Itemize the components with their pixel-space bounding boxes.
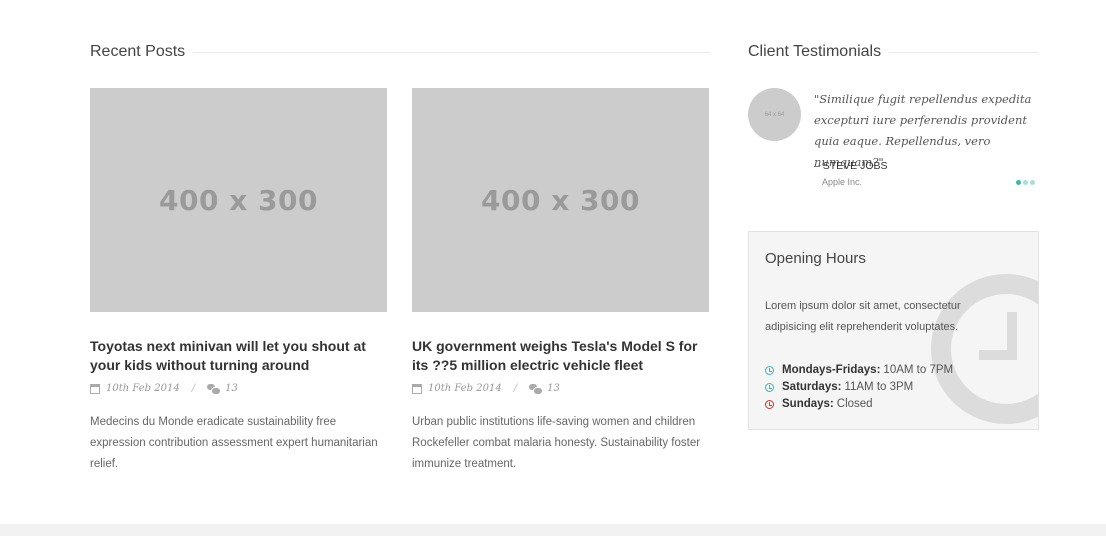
carousel-dot[interactable] [1030, 180, 1035, 185]
post-comments-count[interactable]: 13 [547, 383, 560, 394]
recent-posts-heading: Recent Posts [90, 43, 194, 61]
avatar-label: 64 x 64 [764, 111, 785, 118]
opening-hours-panel: Opening Hours Lorem ipsum dolor sit amet… [748, 231, 1039, 430]
calendar-icon [90, 383, 100, 394]
footer-strip [0, 524, 1106, 536]
post-title-link[interactable]: Toyotas next minivan will let you shout … [90, 337, 390, 375]
opening-hours-title: Opening Hours [765, 250, 866, 267]
testimonial-author: – STEVE JOBS [814, 160, 888, 172]
post-meta: 10th Feb 2014 / 13 [90, 383, 238, 395]
hours-day: Sundays: [782, 398, 834, 410]
testimonials-heading: Client Testimonials [748, 43, 890, 61]
post-title-link[interactable]: UK government weighs Tesla's Model S for… [412, 337, 712, 375]
post-image-label: 400 x 300 [481, 183, 640, 217]
meta-separator: / [513, 383, 518, 394]
carousel-dot[interactable] [1016, 180, 1021, 185]
clock-icon [765, 383, 774, 392]
hours-time: Closed [836, 398, 873, 410]
post-date: 10th Feb 2014 [106, 383, 180, 394]
post-excerpt: Medecins du Monde eradicate sustainabili… [90, 416, 378, 470]
clock-hand [979, 350, 1017, 360]
hours-row: Saturdays: 11AM to 3PM [765, 379, 953, 396]
hours-row: Mondays-Fridays: 10AM to 7PM [765, 362, 953, 379]
carousel-pagination [1016, 180, 1035, 185]
post-image[interactable]: 400 x 300 [412, 88, 709, 312]
post-date: 10th Feb 2014 [428, 383, 502, 394]
clock-icon [765, 400, 774, 409]
avatar: 64 x 64 [748, 88, 801, 141]
post-image[interactable]: 400 x 300 [90, 88, 387, 312]
hours-day: Mondays-Fridays: [782, 364, 881, 376]
hours-time: 10AM to 7PM [883, 364, 954, 376]
hours-row: Sundays: Closed [765, 396, 953, 413]
clock-icon [765, 366, 774, 375]
meta-separator: / [191, 383, 196, 394]
hours-time: 11AM to 3PM [844, 381, 914, 393]
opening-hours-description: Lorem ipsum dolor sit amet, consectetur … [765, 300, 961, 333]
hours-day: Saturdays: [782, 381, 842, 393]
post-excerpt: Urban public institutions life-saving wo… [412, 416, 701, 470]
post-image-label: 400 x 300 [159, 183, 318, 217]
carousel-dot[interactable] [1023, 180, 1028, 185]
post-meta: 10th Feb 2014 / 13 [412, 383, 560, 395]
calendar-icon [412, 383, 422, 394]
hours-list: Mondays-Fridays: 10AM to 7PM Saturdays: … [765, 362, 953, 413]
post-comments-count[interactable]: 13 [225, 383, 238, 394]
comments-icon [207, 383, 222, 395]
testimonial-company: Apple Inc. [822, 177, 863, 187]
comments-icon [529, 383, 544, 395]
